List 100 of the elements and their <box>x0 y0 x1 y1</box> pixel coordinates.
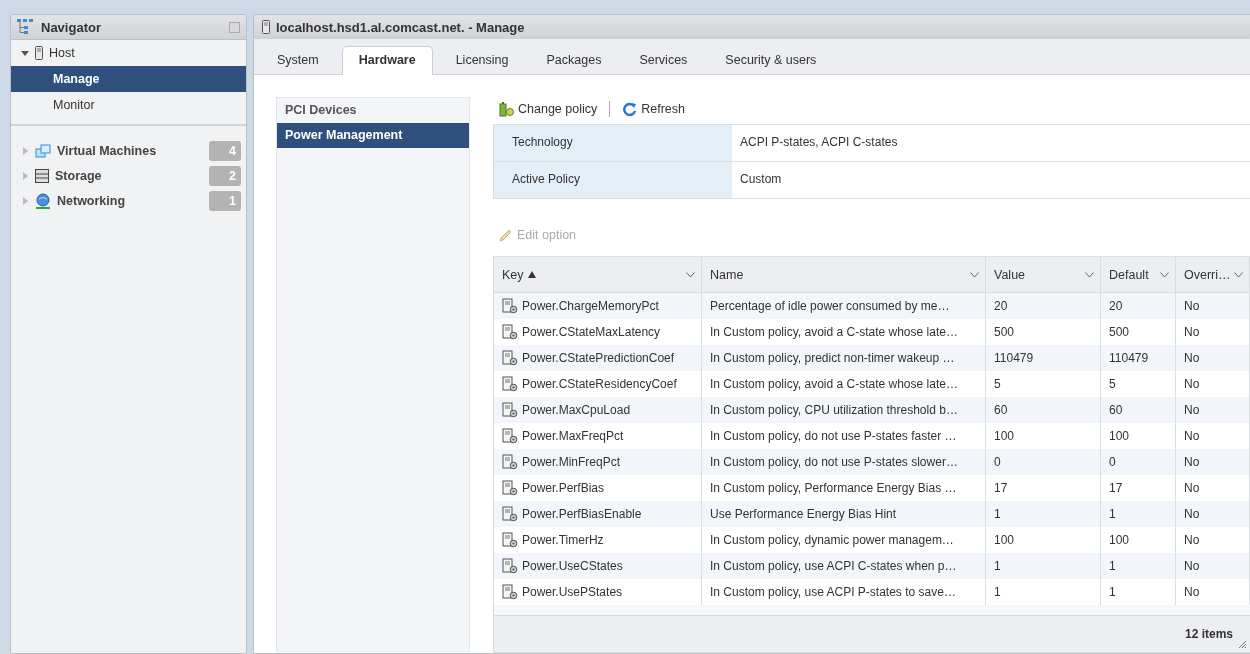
table-cell: Percentage of idle power consumed by me… <box>710 299 950 313</box>
table-cell: 1 <box>1109 507 1116 521</box>
table-cell: 1 <box>994 585 1001 599</box>
table-cell: Power.TimerHz <box>522 533 604 547</box>
table-cell: In Custom policy, Performance Energy Bias … <box>710 481 957 495</box>
table-row[interactable]: Power.PerfBiasEnable Use Performance Energy Bias Hint 1 1 No <box>494 501 1250 527</box>
property-label: Technology <box>494 125 732 161</box>
table-cell: 500 <box>1109 325 1130 339</box>
tab[interactable]: Licensing <box>440 46 524 74</box>
tab[interactable]: Packages <box>531 46 617 74</box>
table-cell: No <box>1184 507 1200 521</box>
tab[interactable]: Services <box>624 46 703 74</box>
table-row[interactable]: Power.CStateMaxLatency In Custom policy, avoid a C-state whose late… 500 500 No <box>494 319 1250 345</box>
table-cell: No <box>1184 559 1200 573</box>
table-row[interactable]: Power.TimerHz In Custom policy, dynamic power managem… 100 100 No <box>494 527 1250 553</box>
table-cell: No <box>1184 377 1200 391</box>
table-cell: Power.PerfBiasEnable <box>522 507 642 521</box>
table-row[interactable]: Power.UseCStates In Custom policy, use ACPI C-states when p… 1 1 No <box>494 553 1250 579</box>
column-header[interactable]: Key <box>502 267 536 282</box>
column-header[interactable]: Overri… <box>1184 267 1231 282</box>
table-cell: In Custom policy, do not use P-states faster … <box>710 429 957 443</box>
table-cell: Power.MaxFreqPct <box>522 429 624 443</box>
table-cell: 110479 <box>1109 351 1149 365</box>
count-badge: 1 <box>209 190 241 211</box>
chevron-down-icon[interactable] <box>970 271 979 278</box>
table-cell: Power.CStatePredictionCoef <box>522 351 675 365</box>
table-cell: 17 <box>994 481 1008 495</box>
table-cell: Power.CStateMaxLatency <box>522 325 661 339</box>
settings-document-icon <box>502 324 518 340</box>
table-cell: 100 <box>994 533 1015 547</box>
chevron-down-icon[interactable] <box>686 271 695 278</box>
table-cell: 60 <box>1109 403 1123 417</box>
table-cell: No <box>1184 325 1200 339</box>
table-cell: 20 <box>1109 299 1123 313</box>
settings-document-icon <box>502 298 518 314</box>
table-row[interactable]: Power.CStateResidencyCoef In Custom policy, avoid a C-state whose late… 5 5 No <box>494 371 1250 397</box>
panel-title: Navigator <box>41 19 102 35</box>
table-cell: 1 <box>1109 585 1116 599</box>
pencil-icon <box>499 228 513 242</box>
panel-title: localhost.hsd1.al.comcast.net. - Manage <box>276 19 525 35</box>
table-cell: No <box>1184 533 1200 547</box>
tab[interactable]: Hardware <box>341 46 433 75</box>
property-value: Custom <box>739 171 782 188</box>
chevron-down-icon[interactable] <box>1160 271 1169 278</box>
table-cell: Power.UseCStates <box>522 559 623 573</box>
table-row[interactable]: Power.MaxCpuLoad In Custom policy, CPU utilization threshold b… 60 60 No <box>494 397 1250 423</box>
table-cell: 0 <box>1109 455 1116 469</box>
table-row[interactable]: Power.ChargeMemoryPct Percentage of idle power consumed by me… 20 20 No <box>494 293 1250 319</box>
table-cell: Power.MinFreqPct <box>522 455 621 469</box>
settings-document-icon <box>502 506 518 522</box>
column-header[interactable]: Value <box>994 267 1026 282</box>
table-row[interactable]: Power.UsePStates In Custom policy, use ACPI P-states to save… 1 1 No <box>494 579 1250 605</box>
table-cell: 110479 <box>994 351 1034 365</box>
table-cell: Power.CStateResidencyCoef <box>522 377 677 391</box>
tree-item[interactable]: Host <box>49 46 75 60</box>
table-row[interactable]: Power.MaxFreqPct In Custom policy, do not use P-states faster … 100 100 No <box>494 423 1250 449</box>
table-cell: 1 <box>994 507 1001 521</box>
table-cell: In Custom policy, avoid a C-state whose late… <box>710 377 958 391</box>
column-header[interactable]: Name <box>710 267 744 282</box>
tab[interactable]: System <box>262 46 334 74</box>
refresh-icon <box>622 101 638 117</box>
tree-item[interactable]: Manage <box>11 66 246 92</box>
table-cell: No <box>1184 455 1200 469</box>
tree-item[interactable]: Storage <box>55 168 203 183</box>
settings-document-icon <box>502 480 518 496</box>
toolbar-button[interactable]: Change policy <box>499 101 598 117</box>
side-menu-item[interactable]: Power Management <box>277 123 469 148</box>
table-cell: 5 <box>1109 377 1116 391</box>
table-row[interactable]: Power.CStatePredictionCoef In Custom policy, predict non-timer wakeup … 110479 110479 No <box>494 345 1250 371</box>
tree-item[interactable]: Virtual Machines <box>57 143 203 158</box>
tab[interactable]: Security & users <box>710 46 832 74</box>
table-cell: 100 <box>994 429 1015 443</box>
table-cell: 100 <box>1109 533 1130 547</box>
battery-icon <box>499 101 514 117</box>
table-cell: In Custom policy, CPU utilization threshold b… <box>710 403 958 417</box>
table-row[interactable]: Power.PerfBias In Custom policy, Performance Energy Bias … 17 17 No <box>494 475 1250 501</box>
table-cell: In Custom policy, dynamic power managem… <box>710 533 954 547</box>
count-badge: 4 <box>209 140 241 161</box>
server-icon <box>35 46 43 60</box>
column-header[interactable]: Default <box>1109 267 1149 282</box>
table-cell: Power.MaxCpuLoad <box>522 403 631 417</box>
table-cell: 100 <box>1109 429 1130 443</box>
property-label: Active Policy <box>494 162 732 198</box>
sort-ascending-icon[interactable] <box>527 271 536 278</box>
tree-item[interactable]: Networking <box>57 193 203 208</box>
caret-down-icon[interactable] <box>21 49 29 57</box>
table-cell: No <box>1184 585 1200 599</box>
count-badge: 2 <box>209 165 241 186</box>
virtual-machines-icon <box>35 143 51 158</box>
chevron-down-icon[interactable] <box>1234 271 1243 278</box>
tree-item[interactable]: Monitor <box>11 92 246 118</box>
table-cell: No <box>1184 429 1200 443</box>
resize-grip-icon[interactable] <box>1237 639 1247 649</box>
toolbar-button[interactable]: Refresh <box>622 101 685 117</box>
chevron-down-icon[interactable] <box>1085 271 1094 278</box>
table-cell: 1 <box>1109 559 1116 573</box>
side-menu-item[interactable]: PCI Devices <box>277 98 469 123</box>
table-cell: 1 <box>994 559 1001 573</box>
table-row[interactable]: Power.MinFreqPct In Custom policy, do not use P-states slower… 0 0 No <box>494 449 1250 475</box>
property-value: ACPI P-states, ACPI C-states <box>739 134 898 151</box>
